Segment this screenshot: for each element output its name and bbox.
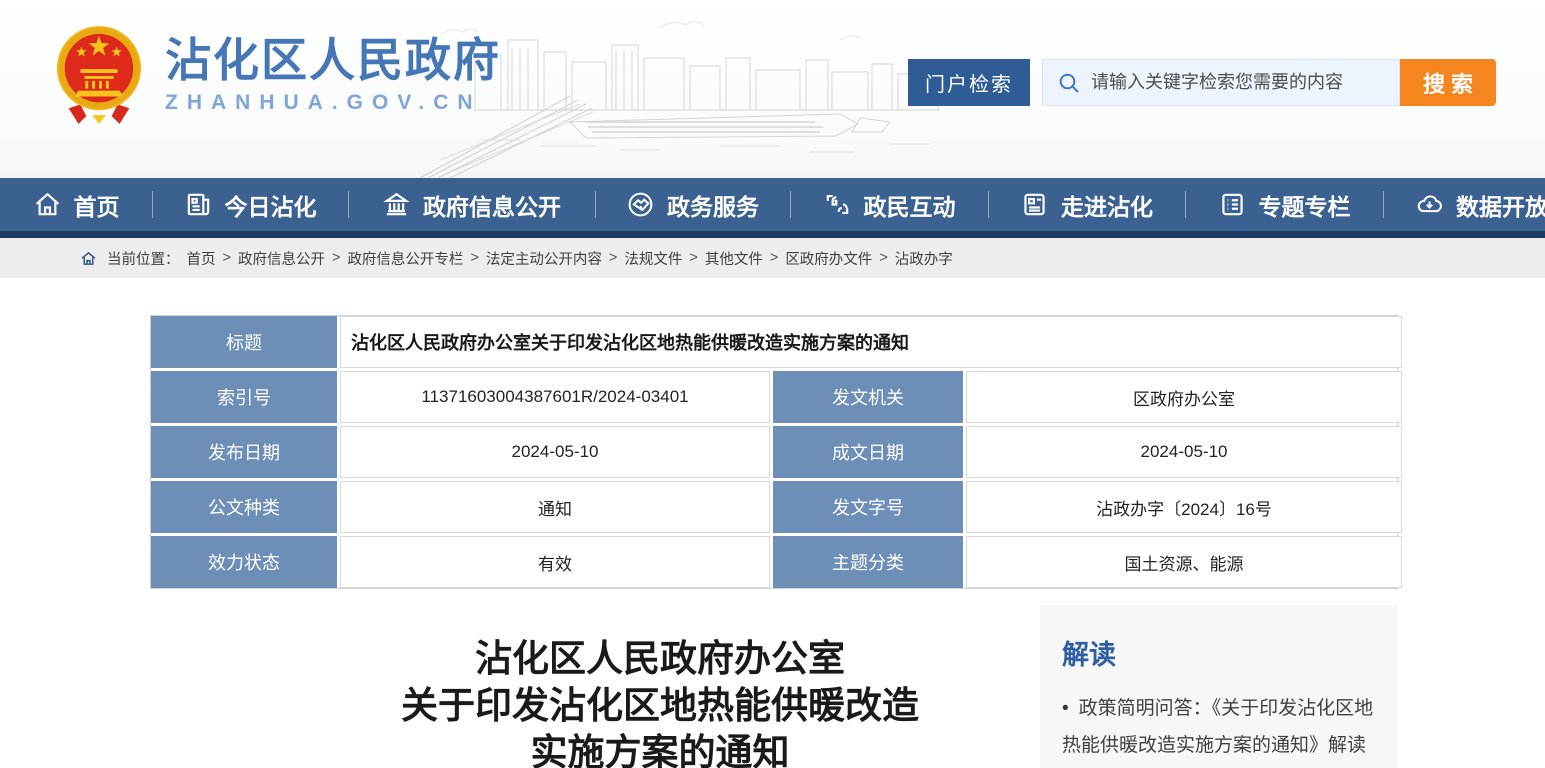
breadcrumb: 当前位置： 首页 > 政府信息公开 > 政府信息公开专栏 > 法定主动公开内容 … <box>0 238 1545 278</box>
meta-value-doc-type: 通知 <box>340 481 770 533</box>
document-icon <box>1020 190 1049 219</box>
meta-value-index-no: 11371603004387601R/2024-03401 <box>340 371 770 423</box>
breadcrumb-prefix: 当前位置： <box>107 248 180 269</box>
article-column: 沾化区人民政府办公室 关于印发沾化区地热能供暖改造 实施方案的通知 <box>150 589 1040 768</box>
nav-bottom-strip <box>0 231 1545 238</box>
national-emblem-icon <box>55 22 143 128</box>
breadcrumb-link[interactable]: 法定主动公开内容 <box>486 248 602 269</box>
breadcrumb-link[interactable]: 政府信息公开专栏 <box>347 248 463 269</box>
nav-item-label: 走进沾化 <box>1061 188 1153 222</box>
nav-item-label: 今日沾化 <box>225 188 317 222</box>
nav-item-label: 专题专栏 <box>1259 188 1351 222</box>
bank-icon <box>382 190 411 219</box>
meta-label-validity: 效力状态 <box>151 536 337 588</box>
breadcrumb-home-icon <box>80 250 97 267</box>
nav-item-special-topics[interactable]: 专题专栏 <box>1185 178 1383 231</box>
meta-value-publish-date: 2024-05-10 <box>340 426 770 478</box>
portal-search-button[interactable]: 门户检索 <box>908 59 1030 106</box>
meta-value-validity: 有效 <box>340 536 770 588</box>
home-icon <box>33 190 62 219</box>
nav-item-label: 政民互动 <box>864 188 956 222</box>
meta-label-title: 标题 <box>151 316 337 368</box>
nav-item-services[interactable]: 政务服务 <box>595 178 790 231</box>
meta-value-title: 沾化区人民政府办公室关于印发沾化区地热能供暖改造实施方案的通知 <box>340 316 1402 368</box>
site-header: 沾化区人民政府 ZHANHUA.GOV.CN 门户检索 搜 索 <box>0 0 1545 178</box>
meta-label-doc-number: 发文字号 <box>773 481 963 533</box>
document-title-line: 实施方案的通知 <box>280 729 1040 768</box>
interpretation-panel: 解读 •政策简明问答：《关于印发沾化区地热能供暖改造实施方案的通知》解读 <box>1040 605 1398 768</box>
document-metadata-table: 标题 沾化区人民政府办公室关于印发沾化区地热能供暖改造实施方案的通知 索引号 1… <box>150 315 1398 589</box>
site-title: 沾化区人民政府 <box>165 35 501 86</box>
chat-icon <box>823 190 852 219</box>
interpretation-heading: 解读 <box>1062 633 1378 672</box>
breadcrumb-current[interactable]: 沾政办字 <box>895 248 953 269</box>
meta-label-index-no: 索引号 <box>151 371 337 423</box>
search-submit-button[interactable]: 搜 索 <box>1400 59 1496 106</box>
main-navigation: 首页 今日沾化 政府信息公开 政务服务 <box>0 178 1545 231</box>
nav-item-gov-info[interactable]: 政府信息公开 <box>348 178 595 231</box>
meta-value-topic-category: 国土资源、能源 <box>966 536 1402 588</box>
meta-label-written-date: 成文日期 <box>773 426 963 478</box>
meta-label-doc-type: 公文种类 <box>151 481 337 533</box>
meta-label-topic-category: 主题分类 <box>773 536 963 588</box>
search-input[interactable] <box>1091 72 1385 93</box>
document-title: 沾化区人民政府办公室 关于印发沾化区地热能供暖改造 实施方案的通知 <box>280 635 1040 768</box>
meta-value-issuing-agency: 区政府办公室 <box>966 371 1402 423</box>
nav-item-interaction[interactable]: 政民互动 <box>790 178 988 231</box>
meta-value-written-date: 2024-05-10 <box>966 426 1402 478</box>
search-box <box>1042 59 1400 106</box>
cloud-download-icon <box>1415 190 1444 219</box>
nav-item-label: 政府信息公开 <box>423 188 561 222</box>
breadcrumb-link[interactable]: 政府信息公开 <box>238 248 325 269</box>
meta-label-publish-date: 发布日期 <box>151 426 337 478</box>
site-domain: ZHANHUA.GOV.CN <box>165 91 501 115</box>
meta-label-issuing-agency: 发文机关 <box>773 371 963 423</box>
breadcrumb-link[interactable]: 区政府办文件 <box>785 248 872 269</box>
nav-item-label: 首页 <box>74 188 120 222</box>
bullet-icon: • <box>1062 698 1069 719</box>
nav-item-home[interactable]: 首页 <box>0 178 152 231</box>
handshake-icon <box>626 190 655 219</box>
search-area: 门户检索 搜 索 <box>908 59 1496 106</box>
document-title-line: 关于印发沾化区地热能供暖改造 <box>280 682 1040 729</box>
document-title-line: 沾化区人民政府办公室 <box>280 635 1040 682</box>
meta-value-doc-number: 沾政办字〔2024〕16号 <box>966 481 1402 533</box>
nav-item-label: 数据开放 <box>1456 188 1545 222</box>
nav-item-about[interactable]: 走进沾化 <box>988 178 1185 231</box>
breadcrumb-link[interactable]: 法规文件 <box>624 248 682 269</box>
list-icon <box>1218 190 1247 219</box>
nav-item-label: 政务服务 <box>667 188 759 222</box>
nav-item-today[interactable]: 今日沾化 <box>152 178 348 231</box>
city-sketch-artwork <box>420 0 980 178</box>
nav-item-open-data[interactable]: 数据开放 <box>1383 178 1545 231</box>
breadcrumb-link[interactable]: 首页 <box>187 248 216 269</box>
main-content: 标题 沾化区人民政府办公室关于印发沾化区地热能供暖改造实施方案的通知 索引号 1… <box>0 315 1545 768</box>
news-icon <box>184 190 213 219</box>
search-icon <box>1057 71 1081 95</box>
breadcrumb-link[interactable]: 其他文件 <box>705 248 763 269</box>
interpretation-link-text: 政策简明问答：《关于印发沾化区地热能供暖改造实施方案的通知》解读 <box>1062 698 1373 756</box>
interpretation-link[interactable]: •政策简明问答：《关于印发沾化区地热能供暖改造实施方案的通知》解读 <box>1062 690 1378 764</box>
site-logo[interactable]: 沾化区人民政府 ZHANHUA.GOV.CN <box>55 22 501 128</box>
